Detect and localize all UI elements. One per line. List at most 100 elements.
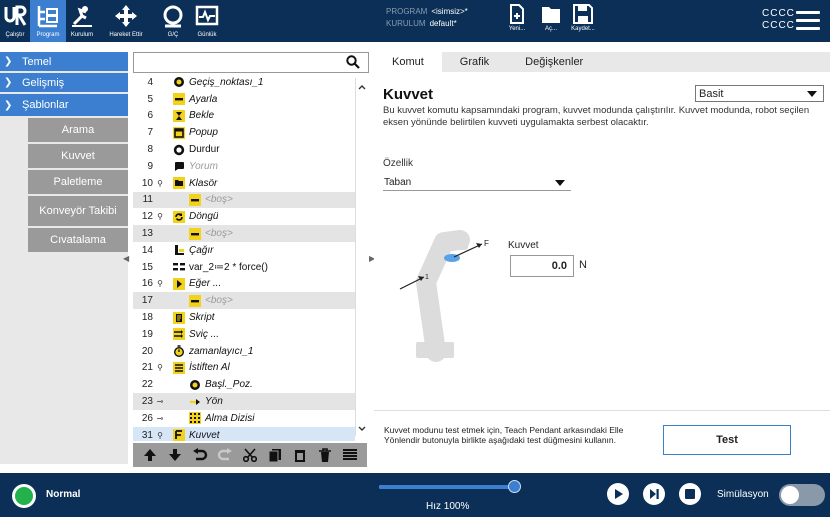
open-file-label: Aç... bbox=[544, 26, 557, 32]
nav-item-search[interactable]: Arama bbox=[28, 118, 128, 142]
tree-row[interactable]: 6 Bekle bbox=[133, 108, 355, 125]
step-button[interactable] bbox=[643, 483, 665, 505]
nav-templates[interactable]: ❯ Şablonlar bbox=[0, 94, 128, 116]
tree-row[interactable]: 10 ⚲ Klasör bbox=[133, 175, 355, 192]
expand-node-icon[interactable]: ⚲ bbox=[153, 279, 167, 288]
expand-node-icon[interactable]: ⚲ bbox=[153, 179, 167, 188]
play-button[interactable] bbox=[607, 483, 629, 505]
tree-row[interactable]: 26 ⊸ Alma Dizisi bbox=[133, 410, 355, 427]
simulation-toggle-knob bbox=[781, 486, 799, 504]
tree-row[interactable]: 16 ⚲ Eğer ... bbox=[133, 276, 355, 293]
tree-row[interactable]: 21 ⚲ İstiften Al bbox=[133, 360, 355, 377]
scroll-down-icon[interactable] bbox=[358, 426, 366, 432]
line-number: 4 bbox=[147, 76, 153, 88]
dash-icon bbox=[189, 227, 201, 240]
scroll-up-icon[interactable] bbox=[358, 84, 366, 90]
nav-basic[interactable]: ❯ Temel bbox=[0, 52, 128, 71]
tab-command[interactable]: Komut bbox=[374, 52, 442, 72]
tree-node-label: Yön bbox=[205, 396, 223, 408]
move-tab[interactable]: Hareket Ettir bbox=[101, 0, 151, 42]
hamburger-menu-icon[interactable] bbox=[796, 11, 820, 31]
robot-arm-illustration: F 1 bbox=[399, 230, 489, 362]
line-number: 23 bbox=[141, 396, 153, 408]
tree-row[interactable]: 19 Sviç ... bbox=[133, 326, 355, 343]
tree-row[interactable]: 7 Popup bbox=[133, 124, 355, 141]
expand-node-icon[interactable]: ⊸ bbox=[153, 397, 167, 406]
mode-dropdown-value: Basit bbox=[699, 87, 724, 100]
chevron-down-icon: ❯ bbox=[4, 99, 13, 111]
tree-scrollbar[interactable] bbox=[355, 78, 367, 436]
robot-status-icon[interactable] bbox=[12, 484, 36, 508]
delete-icon[interactable] bbox=[317, 447, 333, 463]
program-tab[interactable]: Program bbox=[30, 0, 66, 42]
paste-icon[interactable] bbox=[292, 447, 308, 463]
tree-node-label: var_2≔2 * force() bbox=[189, 261, 268, 273]
line-number: 19 bbox=[141, 328, 153, 340]
line-number: 12 bbox=[141, 211, 153, 223]
collapse-left-icon[interactable]: ◀ bbox=[123, 254, 129, 263]
force-value-field[interactable]: 0.0 bbox=[510, 255, 574, 277]
tab-graphics[interactable]: Grafik bbox=[442, 52, 507, 72]
speed-slider-handle[interactable] bbox=[508, 480, 521, 493]
line-number: 16 bbox=[141, 278, 153, 290]
test-button[interactable]: Test bbox=[663, 425, 791, 455]
simulation-toggle[interactable] bbox=[779, 484, 825, 506]
tree-row[interactable]: 15 var_2≔2 * force() bbox=[133, 259, 355, 276]
nav-item-conveyor-tracking[interactable]: Konveyör Takibi bbox=[28, 196, 128, 226]
save-file-button[interactable]: Kaydet... bbox=[566, 3, 600, 41]
expand-node-icon[interactable]: ⊸ bbox=[153, 414, 167, 423]
move-down-icon[interactable] bbox=[167, 447, 183, 463]
tree-row[interactable]: 13 <boş> bbox=[133, 225, 355, 242]
redo-icon[interactable] bbox=[217, 447, 233, 463]
play-icon bbox=[615, 489, 623, 499]
run-tab-label: Çalıştır bbox=[5, 32, 25, 38]
nav-item-screwdriving[interactable]: Cıvatalama bbox=[28, 228, 128, 252]
cut-icon[interactable] bbox=[242, 447, 258, 463]
mode-dropdown[interactable]: Basit bbox=[695, 85, 824, 102]
new-file-button[interactable]: Yeni... bbox=[500, 3, 534, 41]
tree-row[interactable]: 8 Durdur bbox=[133, 141, 355, 158]
assign-icon bbox=[173, 261, 185, 273]
log-icon bbox=[194, 3, 220, 29]
stop-button[interactable] bbox=[679, 483, 701, 505]
tree-row[interactable]: 11 <boş> bbox=[133, 191, 355, 209]
io-tab[interactable]: G/Ç bbox=[156, 0, 190, 42]
undo-icon[interactable] bbox=[192, 447, 208, 463]
open-file-button[interactable]: Aç... bbox=[534, 3, 568, 41]
expand-node-icon[interactable]: ⚲ bbox=[153, 431, 167, 440]
tree-node-label: Skript bbox=[189, 312, 215, 324]
suppress-icon[interactable] bbox=[342, 447, 358, 463]
search-input[interactable] bbox=[133, 52, 369, 73]
move-up-icon[interactable] bbox=[142, 447, 158, 463]
left-nav: ❯ Temel ❯ Gelişmiş ❯ Şablonlar Arama Kuvvet… bbox=[0, 52, 128, 464]
tree-row[interactable]: 20 zamanlayıcı_1 bbox=[133, 343, 355, 360]
tree-row[interactable]: 4 Geçiş_noktası_1 bbox=[133, 74, 355, 91]
tree-row[interactable]: 22 Başl._Poz. bbox=[133, 376, 355, 393]
speed-slider-fill bbox=[379, 485, 515, 489]
tree-row[interactable]: 31 ⚲ Kuvvet bbox=[133, 426, 355, 441]
install-tab[interactable]: Kurulum bbox=[66, 0, 98, 42]
log-tab[interactable]: Günlük bbox=[190, 0, 224, 42]
tree-row[interactable]: 14 Çağır bbox=[133, 242, 355, 259]
tree-row[interactable]: 5 Ayarla bbox=[133, 91, 355, 108]
run-tab[interactable]: Çalıştır bbox=[0, 0, 30, 42]
copy-icon[interactable] bbox=[267, 447, 283, 463]
tree-row[interactable]: 23 ⊸ Yön bbox=[133, 393, 355, 410]
nav-item-force[interactable]: Kuvvet bbox=[28, 144, 128, 168]
tree-row[interactable]: 12 ⚲ Döngü bbox=[133, 208, 355, 225]
script-icon bbox=[173, 311, 185, 324]
tree-row[interactable]: 17 <boş> bbox=[133, 292, 355, 310]
search-icon[interactable] bbox=[346, 55, 360, 69]
tab-variables[interactable]: Değişkenler bbox=[507, 52, 601, 72]
feature-dropdown[interactable]: Taban bbox=[383, 174, 571, 191]
nav-item-palletizing[interactable]: Paletleme bbox=[28, 170, 128, 194]
tree-row[interactable]: 9 Yorum bbox=[133, 158, 355, 175]
nav-advanced[interactable]: ❯ Gelişmiş bbox=[0, 73, 128, 92]
tree-row[interactable]: 18 Skript bbox=[133, 309, 355, 326]
expand-node-icon[interactable]: ⚲ bbox=[153, 212, 167, 221]
program-tree[interactable]: 4 Geçiş_noktası_1 5 Ayarla 6 Bekle 7 Popup 8 Durd… bbox=[133, 74, 355, 441]
user-info: CCCC CCCC bbox=[762, 8, 795, 32]
feature-label: Özellik bbox=[383, 158, 414, 169]
expand-node-icon[interactable]: ⚲ bbox=[153, 363, 167, 372]
speed-slider[interactable] bbox=[379, 485, 515, 489]
